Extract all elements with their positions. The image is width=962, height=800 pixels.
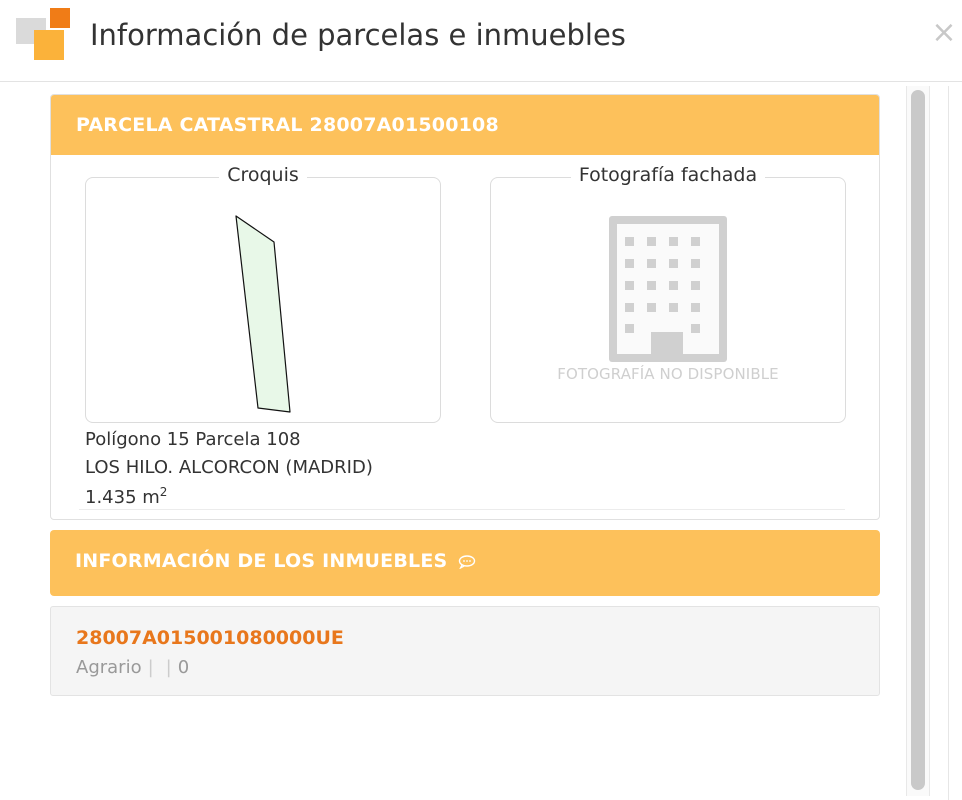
superficie: 1.435 m2 [85,485,167,508]
inmuebles-heading: INFORMACIÓN DE LOS INMUEBLES [50,530,880,596]
inmuebles-panel: INFORMACIÓN DE LOS INMUEBLES [50,530,880,596]
dialog-title: Información de parcelas e inmuebles [90,18,626,52]
dialog-header: Información de parcelas e inmuebles × [0,0,962,82]
parcel-shape [235,215,291,413]
right-edge-divider [948,86,949,800]
inmuebles-heading-text: INFORMACIÓN DE LOS INMUEBLES [75,550,448,572]
superficie-exponent: 2 [159,485,168,499]
fotografia-label: Fotografía fachada [570,164,766,186]
inmueble-campo3: 0 [177,657,190,678]
inmueble-ref-link[interactable]: 28007A015001080000UE [76,627,344,649]
speech-bubble-icon[interactable] [458,554,476,570]
logo-yellow-square [34,30,64,60]
catastro-logo-icon [16,8,72,64]
parcel-sketch [235,215,291,413]
separator: | [165,657,172,678]
parcela-panel: PARCELA CATASTRAL 28007A01500108 Croquis… [50,94,880,520]
building-icon [609,216,727,362]
scrollbar-thumb[interactable] [911,90,925,790]
parcela-heading: PARCELA CATASTRAL 28007A01500108 [51,95,879,155]
inmueble-detail: Agrario | | 0 [76,657,189,678]
poligono-parcela: Polígono 15 Parcela 108 [85,429,301,450]
separator: | [147,657,154,678]
close-icon[interactable]: × [930,16,958,50]
vertical-scrollbar[interactable] [906,86,930,796]
localizacion: LOS HILO. ALCORCON (MADRID) [85,457,373,478]
superficie-value: 1.435 m [85,487,160,508]
logo-orange-square [50,8,70,28]
photo-unavailable-text: FOTOGRAFÍA NO DISPONIBLE [557,365,779,383]
fotografia-box: Fotografía fachada FOTOGRAFÍA NO DISPONI… [490,164,846,423]
inmueble-item[interactable]: 28007A015001080000UE Agrario | | 0 [50,606,880,696]
croquis-box: Croquis [85,164,441,423]
divider [79,509,845,510]
inmueble-uso: Agrario [76,657,142,678]
